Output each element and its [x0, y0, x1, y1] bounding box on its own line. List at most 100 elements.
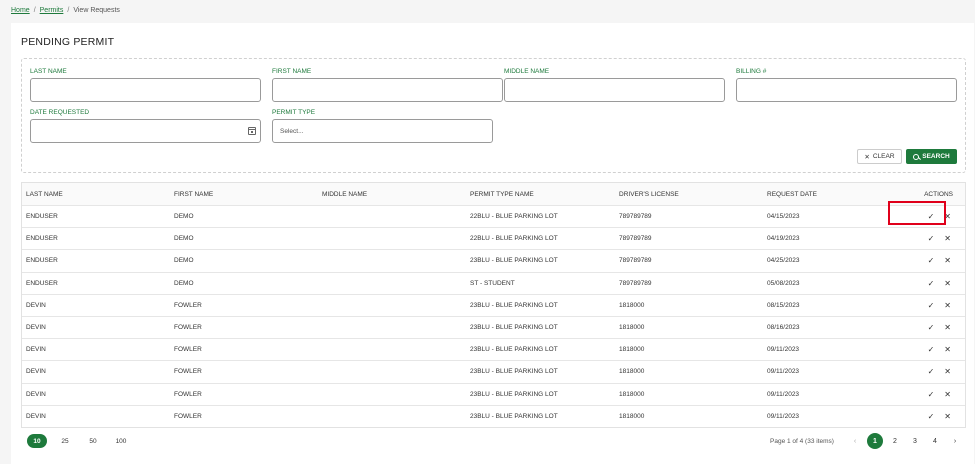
- breadcrumb-current: View Requests: [73, 7, 120, 14]
- approve-icon[interactable]: ✓: [928, 234, 935, 243]
- column-header: ACTIONS: [924, 190, 953, 198]
- page-number-button[interactable]: 2: [887, 433, 903, 449]
- table-row: ENDUSER DEMO 22BLU - BLUE PARKING LOT 78978…: [22, 205, 965, 227]
- page-number-button[interactable]: 4: [927, 433, 943, 449]
- breadcrumb: Home / Permits / View Requests: [11, 7, 120, 14]
- row-actions: ✓ ✕: [893, 256, 965, 265]
- permit-type-field: PERMIT TYPE Select...: [272, 109, 493, 143]
- page-size-option[interactable]: 10: [27, 434, 47, 448]
- approve-icon[interactable]: ✓: [928, 301, 935, 310]
- middle-name-input[interactable]: [504, 78, 725, 102]
- table-cell: 23BLU - BLUE PARKING LOT: [470, 324, 558, 332]
- approve-icon[interactable]: ✓: [928, 256, 935, 265]
- column-header[interactable]: DRIVER'S LICENSE: [615, 191, 763, 198]
- breadcrumb-separator: /: [67, 7, 70, 14]
- breadcrumb-home-link[interactable]: Home: [11, 7, 30, 14]
- table-row: DEVIN FOWLER 23BLU - BLUE PARKING LOT 18180…: [22, 338, 965, 360]
- next-page-icon[interactable]: ›: [947, 433, 963, 449]
- reject-icon[interactable]: ✕: [944, 412, 951, 421]
- pagination-info: Page 1 of 4 (33 items): [770, 438, 834, 445]
- date-requested-input[interactable]: [30, 119, 261, 143]
- breadcrumb-separator: /: [33, 7, 36, 14]
- billing-field: BILLING #: [736, 68, 957, 102]
- table-cell: 1818000: [619, 301, 645, 309]
- first-name-field: FIRST NAME: [272, 68, 503, 102]
- table-cell: 789789789: [619, 279, 652, 287]
- page-number-button[interactable]: 3: [907, 433, 923, 449]
- filter-panel: LAST NAME FIRST NAME MIDDLE NAME BILLING…: [21, 58, 966, 173]
- reject-icon[interactable]: ✕: [944, 323, 951, 332]
- row-actions: ✓ ✕: [893, 301, 965, 310]
- reject-icon[interactable]: ✕: [944, 367, 951, 376]
- column-header[interactable]: LAST NAME: [22, 191, 170, 198]
- calendar-icon[interactable]: [248, 127, 256, 135]
- table-cell: 05/08/2023: [767, 279, 800, 287]
- reject-icon[interactable]: ✕: [944, 390, 951, 399]
- reject-icon[interactable]: ✕: [944, 345, 951, 354]
- table-cell: 23BLU - BLUE PARKING LOT: [470, 368, 558, 376]
- table-cell: ENDUSER: [26, 213, 58, 221]
- approve-icon[interactable]: ✓: [928, 279, 935, 288]
- billing-label: BILLING #: [736, 68, 767, 75]
- table-cell: 23BLU - BLUE PARKING LOT: [470, 412, 558, 420]
- table-cell: 04/25/2023: [767, 257, 800, 265]
- table-cell: 789789789: [619, 213, 652, 221]
- table-cell: FOWLER: [174, 390, 202, 398]
- table-row: ENDUSER DEMO 23BLU - BLUE PARKING LOT 78978…: [22, 249, 965, 271]
- column-header[interactable]: MIDDLE NAME: [318, 191, 466, 198]
- page-size-option[interactable]: 25: [55, 434, 75, 448]
- table-cell: 1818000: [619, 368, 645, 376]
- approve-icon[interactable]: ✓: [928, 367, 935, 376]
- billing-input[interactable]: [736, 78, 957, 102]
- search-button[interactable]: SEARCH: [906, 149, 957, 164]
- column-header[interactable]: PERMIT TYPE NAME: [466, 191, 615, 198]
- previous-page-icon[interactable]: ‹: [847, 433, 863, 449]
- permit-type-select[interactable]: Select...: [272, 119, 493, 143]
- table-cell: DEVIN: [26, 301, 46, 309]
- clear-button[interactable]: ✕ CLEAR: [857, 149, 902, 164]
- page-size-option[interactable]: 50: [83, 434, 103, 448]
- table-cell: DEMO: [174, 235, 194, 243]
- clear-button-label: CLEAR: [872, 153, 895, 160]
- row-actions: ✓ ✕: [893, 412, 965, 421]
- table-cell: 22BLU - BLUE PARKING LOT: [470, 235, 558, 243]
- first-name-label: FIRST NAME: [272, 68, 312, 75]
- table-cell: 23BLU - BLUE PARKING LOT: [470, 301, 558, 309]
- reject-icon[interactable]: ✕: [944, 301, 951, 310]
- permit-type-placeholder: Select...: [280, 128, 304, 135]
- table-cell: 23BLU - BLUE PARKING LOT: [470, 257, 558, 265]
- table-cell: 04/19/2023: [767, 235, 800, 243]
- reject-icon[interactable]: ✕: [944, 256, 951, 265]
- table-cell: 23BLU - BLUE PARKING LOT: [470, 390, 558, 398]
- approve-icon[interactable]: ✓: [928, 323, 935, 332]
- close-icon: ✕: [864, 153, 870, 161]
- page-size-option[interactable]: 100: [111, 434, 131, 448]
- search-icon: [913, 153, 920, 160]
- last-name-field: LAST NAME: [30, 68, 261, 102]
- table-cell: ENDUSER: [26, 235, 58, 243]
- table-cell: DEVIN: [26, 346, 46, 354]
- reject-icon[interactable]: ✕: [944, 234, 951, 243]
- table-cell: 09/11/2023: [767, 346, 800, 354]
- table-cell: 1818000: [619, 390, 645, 398]
- breadcrumb-permits-link[interactable]: Permits: [40, 7, 64, 14]
- row-actions: ✓ ✕: [893, 279, 965, 288]
- approve-icon[interactable]: ✓: [928, 345, 935, 354]
- last-name-input[interactable]: [30, 78, 261, 102]
- first-name-input[interactable]: [272, 78, 503, 102]
- date-requested-field: DATE REQUESTED: [30, 109, 261, 143]
- table-cell: ENDUSER: [26, 279, 58, 287]
- column-header[interactable]: REQUEST DATE: [763, 191, 893, 198]
- table-cell: ENDUSER: [26, 257, 58, 265]
- column-header[interactable]: FIRST NAME: [170, 191, 318, 198]
- row-actions: ✓ ✕: [893, 390, 965, 399]
- reject-icon[interactable]: ✕: [944, 279, 951, 288]
- page-number-button[interactable]: 1: [867, 433, 883, 449]
- row-actions: ✓ ✕: [893, 345, 965, 354]
- approve-icon[interactable]: ✓: [928, 390, 935, 399]
- page-size-selector: 10 25 50 100: [27, 434, 131, 448]
- row-actions: ✓ ✕: [893, 323, 965, 332]
- table-row: DEVIN FOWLER 23BLU - BLUE PARKING LOT 18180…: [22, 315, 965, 338]
- approve-icon[interactable]: ✓: [928, 412, 935, 421]
- table-cell: 1818000: [619, 346, 645, 354]
